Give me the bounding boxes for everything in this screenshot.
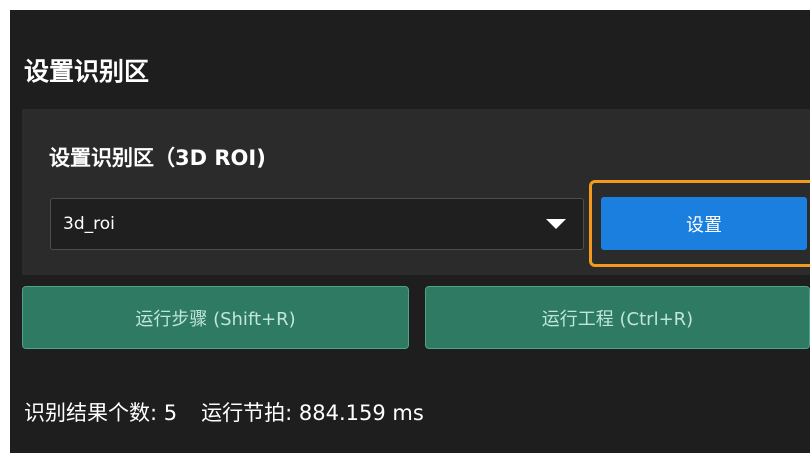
set-roi-button[interactable]: 设置 [601, 197, 807, 250]
section-title: 设置识别区 [24, 57, 150, 86]
roi-panel: 设置识别区 设置识别区（3D ROI) 3d_roi 设置 运行步骤 (Shif… [10, 10, 810, 453]
roi-select-value: 3d_roi [63, 214, 115, 234]
status-line: 识别结果个数: 5 运行节拍: 884.159 ms [24, 398, 424, 428]
roi-group-label: 设置识别区（3D ROI) [49, 146, 266, 170]
run-project-button[interactable]: 运行工程 (Ctrl+R) [425, 286, 810, 349]
cycle-time-text: 运行节拍: 884.159 ms [201, 401, 424, 425]
chevron-down-icon[interactable] [546, 219, 566, 229]
run-step-button[interactable]: 运行步骤 (Shift+R) [22, 286, 409, 349]
roi-group: 设置识别区（3D ROI) 3d_roi 设置 [22, 109, 810, 275]
result-count-text: 识别结果个数: 5 [24, 401, 178, 425]
roi-select[interactable]: 3d_roi [50, 198, 584, 250]
